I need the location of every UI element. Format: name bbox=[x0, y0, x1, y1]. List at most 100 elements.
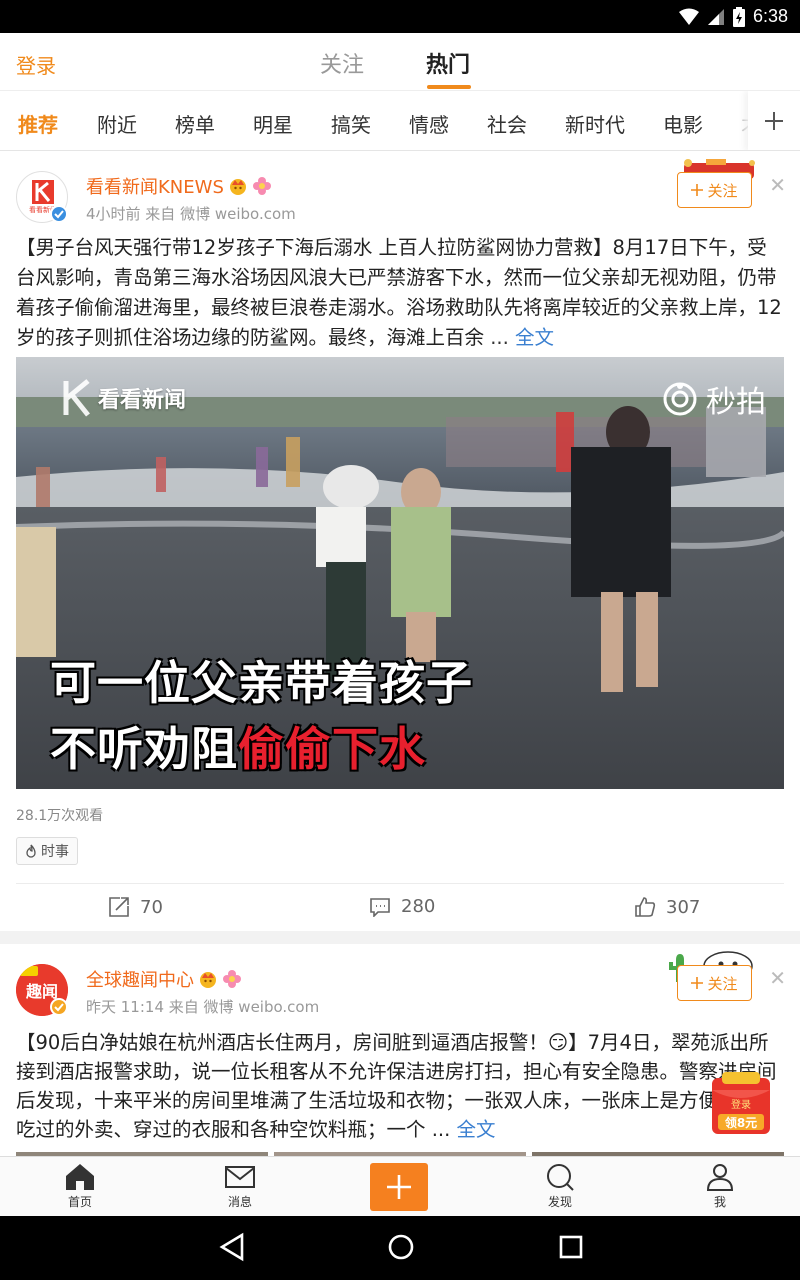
video-caption-line2: 不听劝阻偷偷下水 bbox=[50, 713, 426, 779]
channel-emotion[interactable]: 情感 bbox=[409, 109, 449, 138]
add-channel-button[interactable] bbox=[748, 91, 800, 150]
author-name[interactable]: 全球趣闻中心 bbox=[86, 966, 242, 992]
repost-button[interactable]: 70 bbox=[108, 896, 163, 918]
nav-me-label: 我 bbox=[713, 1195, 726, 1209]
flower-badge-icon bbox=[223, 970, 241, 988]
channel-nearby[interactable]: 附近 bbox=[97, 109, 137, 138]
follow-button[interactable]: 关注 bbox=[677, 172, 752, 208]
svg-text:登录: 登录 bbox=[731, 1098, 751, 1111]
flame-icon bbox=[26, 844, 36, 858]
post-card[interactable]: 趣闻 全球趣闻中心 昨天 11:14 来自 微博 weibo.com 关注 ✕ … bbox=[0, 944, 800, 1156]
dismiss-icon[interactable]: ✕ bbox=[769, 173, 786, 197]
status-icons: 6:38 bbox=[678, 0, 788, 33]
comment-icon bbox=[370, 897, 390, 917]
watermark-text: 看看新闻 bbox=[98, 388, 187, 413]
follow-label: 关注 bbox=[707, 974, 738, 993]
tab-follow[interactable]: 关注 bbox=[320, 47, 364, 79]
caption-red: 偷偷下水 bbox=[238, 722, 426, 776]
channel-new-era[interactable]: 新时代 bbox=[565, 109, 625, 138]
verified-badge-icon bbox=[50, 205, 68, 223]
channel-movie[interactable]: 电影 bbox=[663, 109, 703, 138]
login-button[interactable]: 登录 bbox=[16, 50, 56, 79]
read-full-link[interactable]: 全文 bbox=[450, 1118, 496, 1141]
post-body: 【90后白净姑娘在杭州酒店长住两月，房间脏到逼酒店报警！😏】7月4日，翠苑派出所… bbox=[16, 1031, 777, 1141]
active-tab-indicator bbox=[427, 85, 471, 89]
recents-icon[interactable] bbox=[558, 1232, 584, 1262]
svg-text:趣闻: 趣闻 bbox=[25, 982, 58, 1001]
read-full-link[interactable]: 全文 bbox=[509, 326, 554, 349]
topic-label: 时事 bbox=[41, 844, 69, 860]
like-count: 307 bbox=[666, 896, 701, 918]
plus-icon bbox=[387, 1175, 411, 1199]
like-button[interactable]: 307 bbox=[634, 896, 700, 918]
follow-button[interactable]: 关注 bbox=[677, 965, 752, 1001]
home-icon bbox=[66, 1164, 94, 1190]
topic-tag[interactable]: 时事 bbox=[16, 837, 78, 865]
ellipsis: ... bbox=[484, 326, 509, 349]
bottom-nav: 首页 消息 发现 我 bbox=[0, 1156, 800, 1216]
feed[interactable]: 看看新闻 看看新闻KNEWS 4小时前 来自 微博 weibo.com 关注 ✕… bbox=[0, 151, 800, 1156]
repost-count: 70 bbox=[140, 896, 163, 918]
flower-badge-icon bbox=[252, 177, 271, 195]
channel-society[interactable]: 社会 bbox=[487, 109, 527, 138]
channel-bar: 推荐 附近 榜单 明星 搞笑 情感 社会 新时代 电影 才 bbox=[0, 91, 800, 151]
nav-home[interactable]: 首页 bbox=[40, 1163, 120, 1210]
system-nav-bar bbox=[0, 1216, 800, 1280]
nav-discover[interactable]: 发现 bbox=[520, 1163, 600, 1210]
video-player[interactable]: 看看新闻 秒拍 可一位父亲带着孩子 不听劝阻偷偷下水 bbox=[16, 357, 784, 789]
channel-recommend[interactable]: 推荐 bbox=[18, 109, 58, 138]
follow-label: 关注 bbox=[707, 181, 738, 200]
channel-fade bbox=[720, 91, 750, 150]
plus-icon bbox=[765, 112, 783, 130]
nav-home-label: 首页 bbox=[67, 1195, 92, 1209]
crown-badge-icon bbox=[229, 179, 246, 195]
plus-icon bbox=[691, 184, 704, 196]
svg-text:领8元: 领8元 bbox=[725, 1115, 757, 1130]
knews-watermark-icon bbox=[63, 379, 90, 417]
tab-hot[interactable]: 热门 bbox=[426, 47, 470, 79]
red-packet-button[interactable]: 登录 领8元 bbox=[710, 1072, 772, 1136]
video-caption-line1: 可一位父亲带着孩子 bbox=[50, 656, 473, 710]
mail-icon bbox=[225, 1166, 255, 1188]
home-button-icon[interactable] bbox=[386, 1232, 416, 1262]
dismiss-icon[interactable]: ✕ bbox=[769, 966, 786, 990]
channel-funny[interactable]: 搞笑 bbox=[331, 109, 371, 138]
comment-count: 280 bbox=[401, 896, 436, 917]
top-bar: 登录 关注 热门 bbox=[0, 33, 800, 91]
author-name-text: 全球趣闻中心 bbox=[86, 970, 194, 991]
miaopai-icon bbox=[663, 382, 697, 416]
like-icon bbox=[635, 897, 656, 917]
wifi-icon bbox=[678, 8, 699, 25]
comment-button[interactable]: 280 bbox=[369, 896, 435, 917]
author-name-text: 看看新闻KNEWS bbox=[86, 177, 224, 198]
miaopai-logo: 秒拍 bbox=[662, 377, 766, 421]
post-meta: 昨天 11:14 来自 微博 weibo.com bbox=[86, 998, 320, 1016]
verified-badge-icon bbox=[50, 998, 68, 1016]
nav-messages-label: 消息 bbox=[227, 1195, 252, 1209]
view-count: 28.1万次观看 bbox=[16, 808, 104, 824]
post-text[interactable]: 【90后白净姑娘在杭州酒店长住两月，房间脏到逼酒店报警！😏】7月4日，翠苑派出所… bbox=[16, 1028, 786, 1144]
author-name[interactable]: 看看新闻KNEWS bbox=[86, 173, 272, 199]
miaopai-text: 秒拍 bbox=[706, 385, 766, 420]
battery-icon bbox=[732, 6, 745, 27]
nav-messages[interactable]: 消息 bbox=[200, 1163, 280, 1210]
ellipsis: ... bbox=[425, 1118, 451, 1141]
back-icon[interactable] bbox=[218, 1232, 246, 1262]
plus-icon bbox=[691, 977, 704, 989]
post-text[interactable]: 【男子台风天强行带12岁孩子下海后溺水 上百人拉防鲨网协力营救】8月17日下午，… bbox=[16, 233, 786, 353]
nav-discover-label: 发现 bbox=[547, 1195, 572, 1209]
channel-ranking[interactable]: 榜单 bbox=[175, 109, 215, 138]
compose-button[interactable] bbox=[370, 1163, 428, 1211]
status-bar: 6:38 bbox=[0, 0, 800, 33]
user-icon bbox=[706, 1164, 734, 1191]
caption-white: 不听劝阻 bbox=[50, 722, 238, 776]
channel-stars[interactable]: 明星 bbox=[253, 109, 293, 138]
signal-icon bbox=[707, 8, 724, 25]
post-body: 【男子台风天强行带12岁孩子下海后溺水 上百人拉防鲨网协力营救】8月17日下午，… bbox=[16, 236, 782, 349]
nav-me[interactable]: 我 bbox=[680, 1163, 760, 1210]
red-packet-icon: 登录 领8元 bbox=[712, 1072, 770, 1134]
post-meta: 4小时前 来自 微博 weibo.com bbox=[86, 205, 296, 223]
search-icon bbox=[547, 1164, 574, 1191]
post-card[interactable]: 看看新闻 看看新闻KNEWS 4小时前 来自 微博 weibo.com 关注 ✕… bbox=[0, 151, 800, 931]
clock: 6:38 bbox=[752, 6, 788, 26]
